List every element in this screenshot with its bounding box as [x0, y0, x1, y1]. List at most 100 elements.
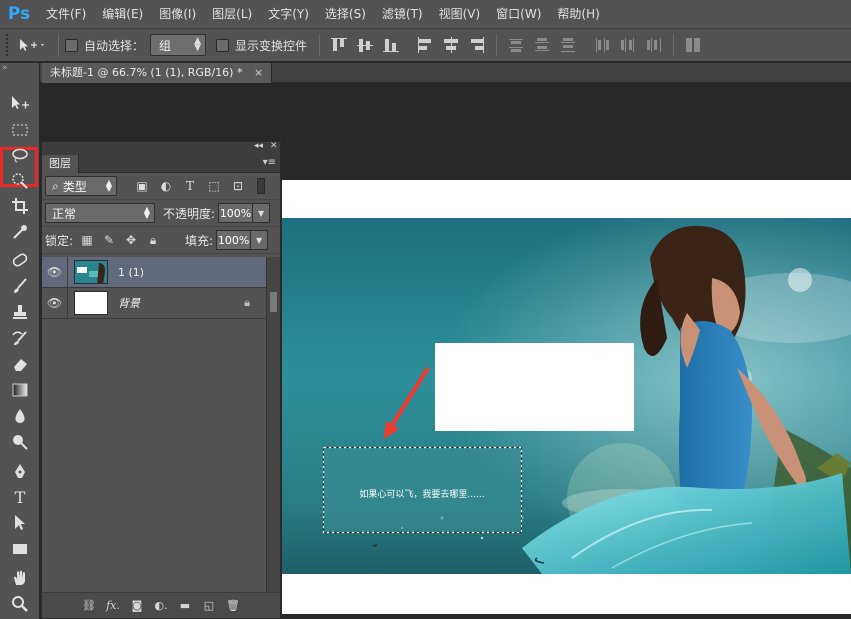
layer-name[interactable]: 1 (1)	[118, 266, 144, 279]
move-tool-icon[interactable]	[6, 91, 34, 115]
layer-style-fx-icon[interactable]: fx.	[101, 597, 125, 615]
collapse-panel-icon[interactable]: ◂◂	[254, 141, 263, 151]
menu-help[interactable]: 帮助(H)	[549, 0, 607, 29]
brush-tool-icon[interactable]	[6, 274, 34, 298]
fill-input[interactable]: 100%	[216, 230, 252, 250]
adjustment-filter-icon[interactable]: ◐	[157, 179, 175, 193]
tool-preset-picker[interactable]	[12, 33, 52, 57]
eraser-tool-icon[interactable]	[6, 352, 34, 376]
smart-object-filter-icon[interactable]: ⊡	[229, 179, 247, 193]
menu-file[interactable]: 文件(F)	[38, 0, 94, 29]
distribute-right-icon[interactable]	[644, 35, 664, 55]
type-filter-icon[interactable]: T	[181, 179, 199, 193]
layers-scrollbar[interactable]	[266, 257, 280, 592]
layers-panel-footer: ⛓︎ fx. ◙ ◐. ▬ ◱ 🗑︎	[42, 592, 280, 618]
options-bar: 自动选择： 组 ▲ ▼ 显示变换控件	[0, 29, 851, 62]
close-panel-icon[interactable]: ✕	[270, 141, 278, 151]
tools-panel: » T	[0, 63, 40, 619]
eyedropper-tool-icon[interactable]	[6, 220, 34, 244]
add-mask-icon[interactable]: ◙	[125, 597, 149, 615]
new-layer-icon[interactable]: ◱	[197, 597, 221, 615]
dodge-tool-icon[interactable]	[6, 430, 34, 454]
menu-filter[interactable]: 滤镜(T)	[374, 0, 431, 29]
pixel-filter-icon[interactable]: ▣	[133, 179, 151, 193]
distribute-top-icon[interactable]	[506, 35, 526, 55]
layer-thumbnail	[74, 291, 108, 315]
distribute-bottom-icon[interactable]	[558, 35, 578, 55]
menu-select[interactable]: 选择(S)	[317, 0, 374, 29]
path-selection-tool-icon[interactable]	[6, 511, 34, 535]
align-top-edges-icon[interactable]	[329, 35, 349, 55]
auto-select-dropdown[interactable]: 组 ▲ ▼	[150, 34, 207, 56]
opacity-input[interactable]: 100%	[218, 203, 254, 223]
menu-layer[interactable]: 图层(L)	[204, 0, 260, 29]
panel-menu-icon[interactable]: ▾≡	[263, 157, 276, 168]
layer-thumbnail	[74, 260, 108, 284]
type-tool-icon[interactable]: T	[6, 485, 34, 509]
align-horizontal-centers-icon[interactable]	[441, 35, 461, 55]
menu-image[interactable]: 图像(I)	[151, 0, 204, 29]
zoom-tool-icon[interactable]	[6, 592, 34, 616]
distribute-left-icon[interactable]	[592, 35, 612, 55]
adjustment-layer-icon[interactable]: ◐.	[149, 597, 173, 615]
history-brush-tool-icon[interactable]	[6, 326, 34, 350]
scrollbar-thumb[interactable]	[270, 292, 277, 312]
collapse-arrows-icon[interactable]: »	[2, 63, 8, 73]
new-group-icon[interactable]: ▬	[173, 597, 197, 615]
clone-stamp-tool-icon[interactable]	[6, 300, 34, 324]
lock-image-pixels-icon[interactable]: ✎	[101, 232, 117, 248]
distribute-vertical-centers-icon[interactable]	[532, 35, 552, 55]
close-tab-icon[interactable]: ×	[254, 66, 263, 79]
updown-arrow-icon: ▲ ▼	[105, 178, 112, 193]
lock-transparent-pixels-icon[interactable]: ▦	[79, 232, 95, 248]
pen-tool-icon[interactable]	[6, 459, 34, 483]
visibility-eye-icon[interactable]: 👁︎	[42, 256, 68, 288]
layer-row[interactable]: 👁︎ 背景 🔒︎	[42, 287, 266, 319]
marquee-tool-icon[interactable]	[6, 118, 34, 142]
hand-tool-icon[interactable]	[6, 566, 34, 590]
menu-window[interactable]: 窗口(W)	[488, 0, 549, 29]
auto-select-label: 自动选择：	[84, 38, 145, 53]
document-tab[interactable]: 未标题-1 @ 66.7% (1 (1), RGB/16) * ×	[42, 63, 273, 83]
layer-name[interactable]: 背景	[118, 295, 140, 311]
link-layers-icon[interactable]: ⛓︎	[77, 597, 101, 615]
healing-brush-tool-icon[interactable]	[6, 248, 34, 272]
photo-artwork: 如果心可以飞，我要去哪里......	[282, 218, 851, 574]
filter-type-dropdown[interactable]: ⌕ 类型 ▲ ▼	[45, 176, 117, 196]
panel-header-bar[interactable]: ◂◂ ✕	[42, 141, 280, 155]
gradient-tool-icon[interactable]	[6, 378, 34, 402]
align-vertical-centers-icon[interactable]	[355, 35, 375, 55]
delete-layer-icon[interactable]: 🗑︎	[221, 597, 245, 615]
filter-toggle-switch[interactable]	[257, 178, 265, 194]
blend-mode-dropdown[interactable]: 正常 ▲ ▼	[45, 203, 155, 223]
auto-select-checkbox[interactable]	[65, 38, 78, 52]
menu-type[interactable]: 文字(Y)	[260, 0, 317, 29]
quick-selection-tool-icon[interactable]	[6, 169, 34, 193]
menu-edit[interactable]: 编辑(E)	[94, 0, 151, 29]
align-bottom-edges-icon[interactable]	[381, 35, 401, 55]
fill-dropdown-icon[interactable]: ▼	[251, 230, 269, 250]
opacity-dropdown-icon[interactable]: ▼	[253, 203, 271, 223]
visibility-eye-icon[interactable]: 👁︎	[42, 287, 68, 319]
lock-all-icon[interactable]: 🔒︎	[145, 232, 161, 248]
white-rectangle-shape[interactable]	[435, 343, 634, 431]
blur-tool-icon[interactable]	[6, 404, 34, 428]
tab-layers[interactable]: 图层	[42, 155, 79, 173]
layer-lock-icon: 🔒︎	[244, 296, 250, 309]
layer-row[interactable]: 👁︎ 1 (1)	[42, 256, 266, 288]
shape-filter-icon[interactable]: ⬚	[205, 179, 223, 193]
show-transform-checkbox[interactable]	[216, 38, 230, 52]
distribute-horizontal-centers-icon[interactable]	[618, 35, 638, 55]
align-right-edges-icon[interactable]	[467, 35, 487, 55]
document-tab-title: 未标题-1 @ 66.7% (1 (1), RGB/16) *	[50, 66, 243, 79]
align-left-edges-icon[interactable]	[415, 35, 435, 55]
lock-fill-row: 锁定: ▦ ✎ ✥ 🔒︎ 填充: 100% ▼	[42, 227, 280, 254]
crop-tool-icon[interactable]	[6, 194, 34, 218]
auto-align-layers-icon[interactable]	[683, 35, 703, 55]
menu-view[interactable]: 视图(V)	[431, 0, 489, 29]
separator	[496, 34, 498, 56]
lock-position-icon[interactable]: ✥	[123, 232, 139, 248]
lasso-tool-icon[interactable]	[6, 143, 34, 167]
rectangle-tool-icon[interactable]	[6, 537, 34, 561]
photo-layer-image[interactable]: 如果心可以飞，我要去哪里......	[282, 218, 851, 574]
